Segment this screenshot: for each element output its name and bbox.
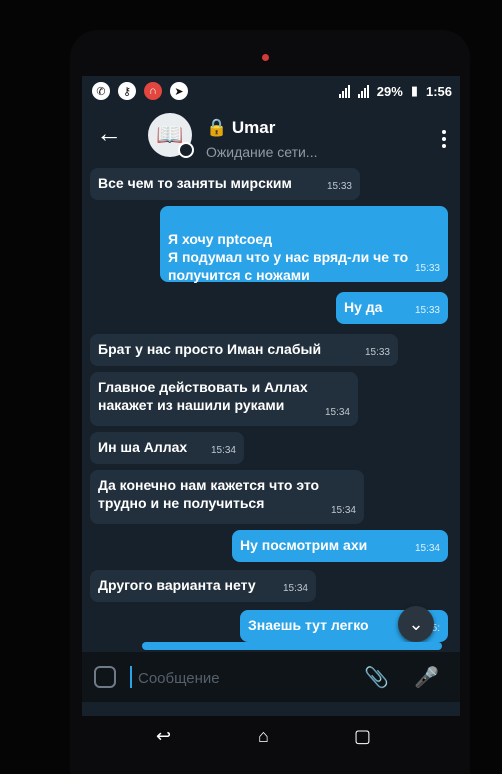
message-bubble[interactable]: Ин ша Аллах 15:34 bbox=[90, 432, 244, 464]
whatsapp-icon: ✆ bbox=[92, 82, 110, 100]
pending-clock-icon bbox=[178, 142, 194, 158]
message-text: Ну посмотрим ахи bbox=[240, 537, 368, 553]
contact-name: Umar bbox=[231, 118, 276, 137]
text-cursor bbox=[130, 666, 132, 688]
nav-back-icon[interactable]: ↩ bbox=[156, 726, 171, 747]
attach-icon[interactable]: 📎 bbox=[364, 665, 389, 690]
message-time: 15:34 bbox=[330, 505, 356, 516]
message-bubble[interactable]: Ну посмотрим ахи 15:34 bbox=[232, 530, 448, 562]
message-time: 15:34 bbox=[324, 407, 350, 418]
message-text: Ну да bbox=[344, 299, 383, 315]
nav-recents-icon[interactable]: ▢ bbox=[354, 726, 371, 747]
message-bubble[interactable]: Брат у нас просто Иман слабый 15:33 bbox=[90, 334, 398, 366]
message-bubble[interactable]: Главное действовать и Аллах накажет из н… bbox=[90, 372, 358, 426]
message-list: Все чем то заняты мирским 15:33 Я хочу п… bbox=[82, 168, 460, 658]
message-bubble[interactable]: Я хочу прtсоед Я подумал что у нас вряд-… bbox=[160, 206, 448, 283]
front-camera-led bbox=[262, 54, 269, 61]
contact-title[interactable]: 🔒 Umar bbox=[206, 118, 275, 138]
partial-message-bubble bbox=[142, 642, 442, 650]
telegram-chat-screen: ✆ ⚷ ∩ ➤ 29% ▮ 1:56 ← 📖 🔒 Umar Ожидание с… bbox=[82, 76, 460, 716]
microphone-icon[interactable]: 🎤 bbox=[414, 665, 439, 690]
connection-status: Ожидание сети... bbox=[206, 144, 318, 160]
sticker-icon[interactable] bbox=[94, 666, 116, 688]
message-text: Я хочу прtсоед Я подумал что у нас вряд-… bbox=[168, 231, 409, 283]
clock: 1:56 bbox=[425, 83, 452, 99]
chat-header: ← 📖 🔒 Umar Ожидание сети... bbox=[82, 108, 460, 166]
message-text: Главное действовать и Аллах накажет из н… bbox=[98, 379, 308, 413]
message-bubble[interactable]: Другого варианта нету 15:34 bbox=[90, 570, 316, 602]
message-time: 15:33 bbox=[414, 305, 440, 316]
lock-icon: 🔒 bbox=[206, 118, 228, 137]
message-input[interactable] bbox=[138, 668, 338, 688]
key-icon: ⚷ bbox=[118, 82, 136, 100]
status-bar: ✆ ⚷ ∩ ➤ 29% ▮ 1:56 bbox=[82, 76, 460, 106]
message-bubble[interactable]: Да конечно нам кажется что это трудно и … bbox=[90, 470, 364, 524]
signal-1-icon bbox=[338, 84, 350, 98]
message-text: Другого варианта нету bbox=[98, 577, 256, 593]
message-time: 15:34 bbox=[282, 583, 308, 594]
message-text: Знаешь тут легко bbox=[248, 617, 369, 633]
message-bubble[interactable]: Все чем то заняты мирским 15:33 bbox=[90, 168, 360, 200]
message-time: 15:34 bbox=[210, 445, 236, 456]
message-text: Да конечно нам кажется что это трудно и … bbox=[98, 477, 320, 511]
vpn-icon: ∩ bbox=[144, 82, 162, 100]
telegram-icon: ➤ bbox=[170, 82, 188, 100]
message-time: 15:33 bbox=[364, 347, 390, 358]
message-bubble[interactable]: Ну да 15:33 bbox=[336, 292, 448, 324]
signal-2-icon bbox=[357, 84, 369, 98]
message-time: 15:34 bbox=[414, 543, 440, 554]
message-time: 15:33 bbox=[326, 181, 352, 192]
scroll-down-button[interactable]: ⌄ bbox=[398, 606, 434, 642]
message-text: Все чем то заняты мирским bbox=[98, 175, 292, 191]
message-text: Ин ша Аллах bbox=[98, 439, 188, 455]
battery-icon: ▮ bbox=[410, 83, 418, 98]
chevron-down-icon: ⌄ bbox=[408, 613, 424, 634]
battery-percent: 29% bbox=[376, 83, 403, 99]
message-time: 15:33 bbox=[414, 263, 440, 274]
back-arrow-icon[interactable]: ← bbox=[96, 120, 122, 146]
message-text: Брат у нас просто Иман слабый bbox=[98, 341, 322, 357]
more-menu-icon[interactable] bbox=[442, 130, 446, 151]
message-input-bar: 📎 🎤 bbox=[82, 652, 460, 702]
nav-home-icon[interactable]: ⌂ bbox=[258, 726, 269, 747]
android-navigation-bar: ↩ ⌂ ▢ bbox=[82, 716, 460, 760]
notification-icons: ✆ ⚷ ∩ ➤ bbox=[92, 82, 188, 100]
status-right: 29% ▮ 1:56 bbox=[338, 83, 452, 99]
